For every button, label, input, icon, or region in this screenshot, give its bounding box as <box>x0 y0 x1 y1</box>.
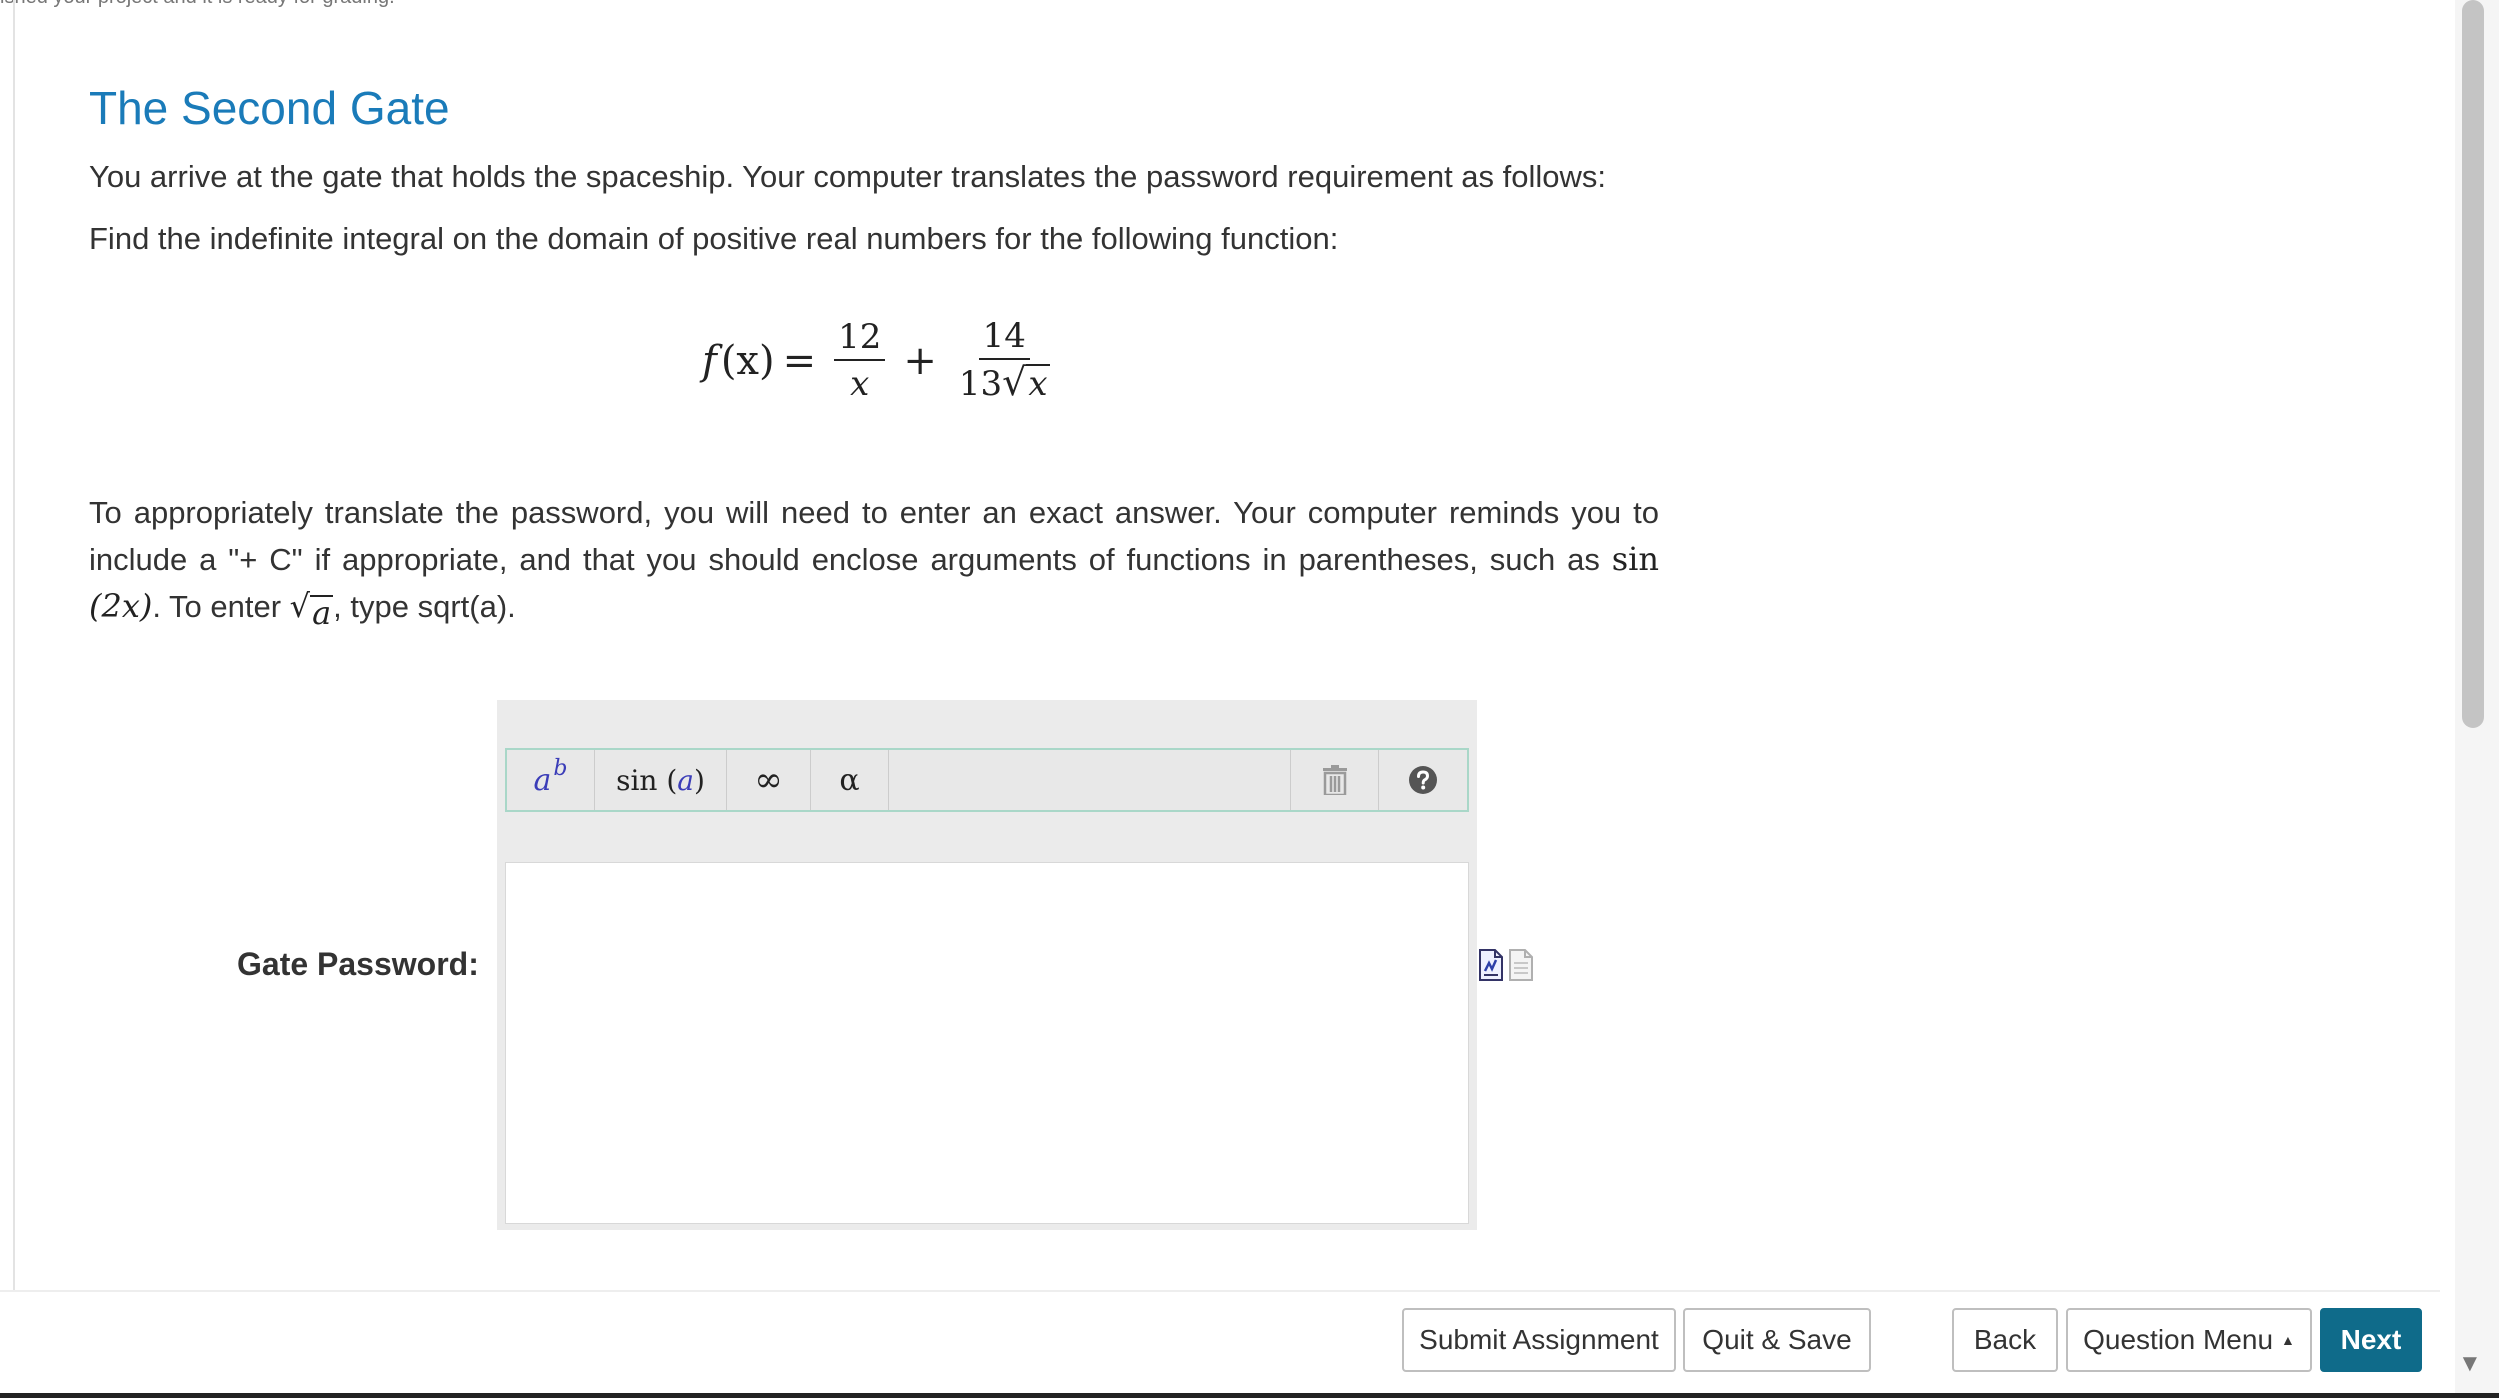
intro-text: You arrive at the gate that holds the sp… <box>89 159 1607 194</box>
function-formula: f (x) = 12 x + 14 13 √ x <box>702 316 1064 405</box>
fraction-2-coefficient: 13 <box>958 364 1003 404</box>
example-argument: (2x) <box>89 587 153 625</box>
greek-letters-button[interactable]: α <box>811 750 889 810</box>
back-button[interactable]: Back <box>1952 1308 2058 1372</box>
sqrt-expression: √ x <box>1002 360 1050 404</box>
example-function: sin <box>1611 540 1659 578</box>
question-menu-label: Question Menu <box>2083 1324 2274 1355</box>
example-sqrt-radicand: a <box>310 594 334 632</box>
formula-fraction-2: 14 13 √ x <box>955 316 1054 405</box>
function-arg: a <box>677 763 694 797</box>
function-button[interactable]: sin (a) <box>595 750 727 810</box>
left-divider <box>13 0 15 1290</box>
toolbar-spacer <box>889 750 1291 810</box>
footer-divider <box>0 1290 2440 1292</box>
instructions-text: To appropriately translate the password,… <box>89 490 1659 630</box>
power-button[interactable]: ab <box>507 750 595 810</box>
formula-fraction-1: 12 x <box>834 317 886 405</box>
sqrt-radicand: x <box>1026 364 1050 404</box>
scroll-down-icon[interactable]: ▼ <box>2458 1350 2482 1378</box>
answer-label: Gate Password: <box>237 946 479 982</box>
fraction-1-denominator: x <box>850 363 870 404</box>
scrollbar-thumb[interactable] <box>2462 0 2484 728</box>
function-open-paren: ( <box>666 763 678 797</box>
formula-plus: + <box>903 337 937 384</box>
answer-side-icons <box>1478 949 1534 981</box>
caret-up-icon: ▲ <box>2281 1332 2295 1348</box>
function-name: sin <box>616 763 658 797</box>
formula-equals: = <box>782 337 817 384</box>
answer-input[interactable] <box>505 862 1469 1224</box>
instructions-part-1: To appropriately translate the password,… <box>89 495 1659 577</box>
trash-icon <box>1322 765 1347 795</box>
example-sqrt-expression: √ a <box>289 583 334 632</box>
formula-argument: (x) <box>720 337 775 384</box>
instructions-part-2: . To enter <box>152 589 290 624</box>
clear-button[interactable] <box>1291 750 1379 810</box>
math-editor-panel: ab sin (a) ∞ α <box>497 700 1477 1230</box>
help-icon <box>1409 766 1437 794</box>
prompt-text: Find the indefinite integral on the doma… <box>89 221 1339 256</box>
function-close-paren: ) <box>693 763 705 797</box>
assignment-page: ished your project and it is ready for g… <box>0 0 2499 1398</box>
fraction-1-numerator: 12 <box>834 317 886 361</box>
sqrt-symbol: √ <box>1002 360 1027 404</box>
quit-save-button[interactable]: Quit & Save <box>1683 1308 1871 1372</box>
top-status-text: ished your project and it is ready for g… <box>0 0 395 9</box>
example-sqrt-symbol: √ <box>289 587 311 625</box>
document-icon[interactable] <box>1508 949 1534 981</box>
window-bottom-edge <box>0 1393 2499 1398</box>
formula-function-name: f <box>702 337 717 384</box>
fraction-2-denominator: 13 √ x <box>955 360 1054 405</box>
question-title: The Second Gate <box>89 82 450 134</box>
power-exponent: b <box>553 755 568 781</box>
instructions-part-3: , type sqrt(a). <box>333 589 516 624</box>
help-button[interactable] <box>1379 750 1467 810</box>
fraction-2-numerator: 14 <box>978 316 1030 360</box>
submit-assignment-button[interactable]: Submit Assignment <box>1402 1308 1676 1372</box>
math-toolbar: ab sin (a) ∞ α <box>505 748 1469 812</box>
infinity-button[interactable]: ∞ <box>727 750 811 810</box>
question-menu-button[interactable]: Question Menu ▲ <box>2066 1308 2312 1372</box>
next-button[interactable]: Next <box>2320 1308 2422 1372</box>
power-base: a <box>533 762 552 798</box>
question-content: The Second Gate You arrive at the gate t… <box>89 80 1669 629</box>
equation-preview-icon[interactable] <box>1478 949 1504 981</box>
